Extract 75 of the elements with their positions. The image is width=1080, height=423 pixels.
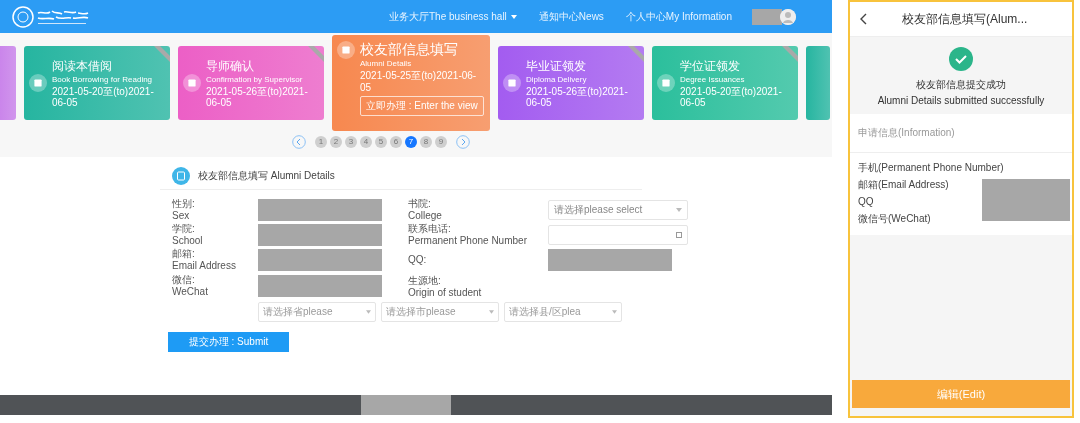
caret-icon	[676, 206, 682, 213]
info-label: 手机(Permanent Phone Number)	[858, 160, 1005, 175]
service-card[interactable]	[806, 46, 830, 120]
caret-icon	[366, 310, 371, 314]
card-subtitle: Book Borrowing for Reading	[52, 74, 154, 84]
page-dot[interactable]: 5	[375, 136, 387, 148]
card-date: 2021-05-20至(to)2021-06-05	[52, 85, 155, 109]
nav-link[interactable]: 个人中心My Information	[625, 9, 732, 24]
field-label: QQ:	[408, 253, 428, 266]
select-field[interactable]: 请选择省please	[258, 302, 376, 322]
avatar-icon[interactable]	[780, 8, 796, 25]
card-subtitle: Diploma Delivery	[526, 74, 588, 84]
service-card[interactable]: 学位证领发 Degree Issuances 2021-05-20至(to)2021-06-05	[652, 46, 798, 120]
page-dot[interactable]: 4	[360, 136, 372, 148]
field-label: 微信: WeChat	[172, 274, 209, 297]
input-field[interactable]	[548, 224, 688, 245]
page-dot[interactable]: 2	[330, 136, 342, 148]
select-field[interactable]: 请选择please select	[548, 199, 688, 220]
card-title: 阅读本借阅	[52, 57, 113, 75]
form-icon	[172, 167, 190, 185]
field-label: 邮箱: Email Address	[172, 248, 237, 271]
card-date: 2021-05-26至(to)2021-06-05	[206, 85, 309, 109]
field-label: 生源地: Origin of student	[408, 275, 483, 298]
select-field[interactable]: 请选择市please	[381, 302, 499, 322]
card-icon	[337, 41, 355, 59]
previous-icon[interactable]	[292, 135, 306, 149]
form-title: 校友部信息填写 Alumni Details	[198, 169, 335, 183]
service-card[interactable]: 校友部信息填写 Alumni Details 2021-05-25至(to)2021-06-05 立即办理 : Enter the view	[332, 35, 490, 131]
card-title: 导师确认	[206, 57, 255, 75]
back-icon[interactable]	[860, 13, 868, 25]
select-field[interactable]: 请选择县/区plea	[504, 302, 622, 322]
card-subtitle: Degree Issuances	[680, 74, 746, 84]
page-dot[interactable]: 9	[435, 136, 447, 148]
field-label: 性别: Sex	[172, 198, 196, 221]
field-label: 学院: School	[172, 223, 204, 246]
card-subtitle: Confirmation by Supervisor	[206, 74, 304, 84]
service-card[interactable]: 导师确认 Confirmation by Supervisor 2021-05-26至(to)2021-06-05	[178, 46, 324, 120]
info-label: QQ	[858, 195, 875, 209]
page-dot[interactable]: 7	[405, 136, 417, 148]
card-title: 毕业证领发	[526, 57, 587, 75]
info-label: 邮箱(Email Address)	[858, 177, 950, 192]
success-message: 校友部信息提交成功	[916, 78, 1006, 92]
edit-button[interactable]: 编辑(Edit)	[852, 380, 1070, 408]
calendar-icon	[676, 231, 682, 238]
service-card[interactable]: 阅读本借阅 Book Borrowing for Reading 2021-05-20至(to)2021-06-05	[24, 46, 170, 120]
card-date: 2021-05-20至(to)2021-06-05	[680, 85, 783, 109]
next-icon[interactable]	[456, 135, 470, 149]
success-check-icon	[949, 47, 973, 71]
caret-icon	[612, 310, 617, 314]
card-icon	[657, 74, 675, 92]
card-date: 2021-05-26至(to)2021-06-05	[526, 85, 629, 109]
nav-link[interactable]: 业务大厅The business hall	[389, 9, 517, 24]
section-title: 申请信息(Information)	[850, 114, 1072, 153]
service-card[interactable]: 毕业证领发 Diploma Delivery 2021-05-26至(to)2021-06-05	[498, 46, 644, 120]
card-icon	[183, 74, 201, 92]
field-label: 联系电话: Permanent Phone Number	[408, 223, 528, 246]
caret-icon	[489, 310, 494, 314]
info-label: 微信号(WeChat)	[858, 211, 932, 226]
enter-button[interactable]: 立即办理 : Enter the view	[360, 96, 484, 116]
field-label: 书院: College	[408, 198, 443, 221]
card-icon	[29, 74, 47, 92]
nav-link[interactable]: 通知中心News	[538, 9, 604, 24]
submit-button[interactable]: 提交办理 : Submit	[168, 332, 289, 352]
card-title: 学位证领发	[680, 57, 741, 75]
card-title: 校友部信息填写	[360, 41, 459, 59]
page-dot[interactable]: 3	[345, 136, 357, 148]
page-dot[interactable]: 8	[420, 136, 432, 148]
page-title: 校友部信息填写(Alum...	[902, 10, 1028, 28]
card-subtitle: Alumni Details	[360, 59, 413, 68]
redaction-block	[752, 8, 782, 25]
page-dot[interactable]: 6	[390, 136, 402, 148]
success-message: Alumni Details submitted successfully	[877, 95, 1045, 106]
card-date: 2021-05-25至(to)2021-06-05	[360, 70, 478, 93]
card-icon	[503, 74, 521, 92]
page-dot[interactable]: 1	[315, 136, 327, 148]
